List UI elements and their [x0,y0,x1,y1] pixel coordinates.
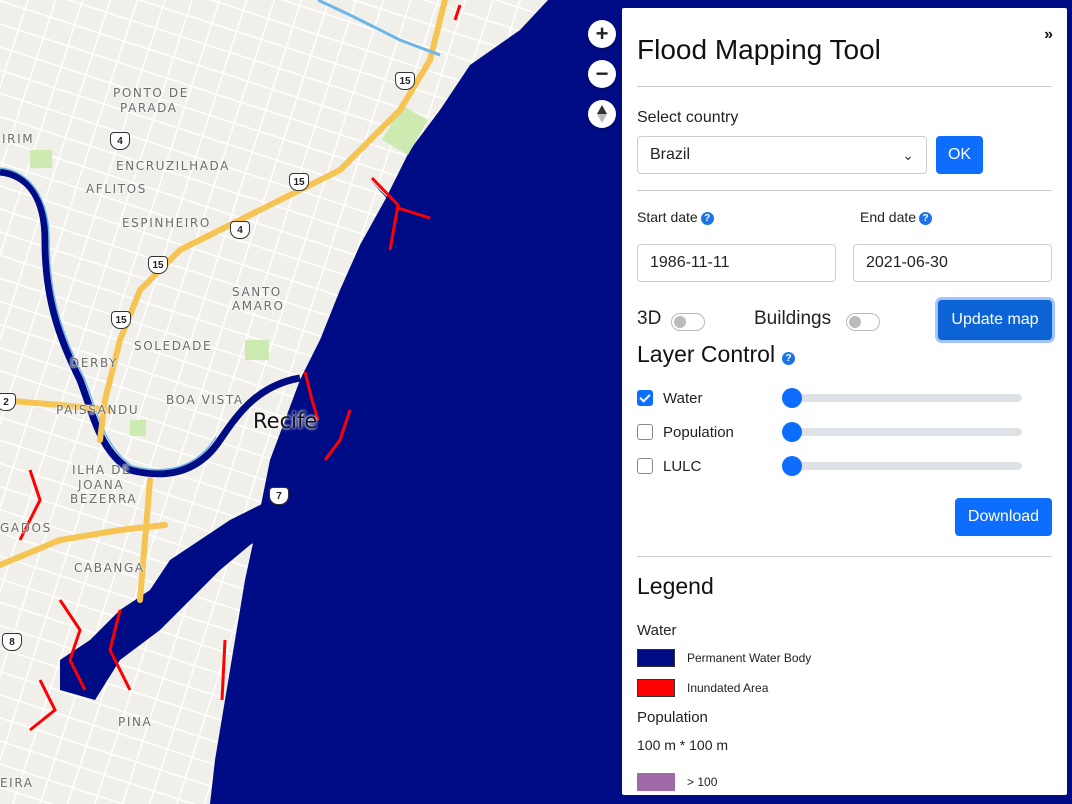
zoom-in-button[interactable]: + [588,20,616,48]
road-shield-icon: 15 [289,173,309,191]
population-checkbox[interactable] [637,424,653,440]
legend-population-heading: Population [637,709,708,726]
population-opacity-slider[interactable] [782,422,1022,442]
legend-water-heading: Water [637,622,677,639]
chevron-down-icon: ⌄ [902,147,914,163]
road-shield-icon: 7 [269,487,289,505]
neighborhood-label: DERBY [70,356,119,370]
neighborhood-label: IRIM [2,132,35,146]
buildings-toggle[interactable] [846,313,880,331]
help-icon[interactable]: ? [700,212,714,225]
neighborhood-label: AMARO [232,299,285,313]
road-shield-icon: 15 [148,256,168,274]
neighborhood-label: PONTO DE [113,86,189,100]
slider-thumb[interactable] [782,388,802,408]
divider [637,86,1052,87]
neighborhood-label: BOA VISTA [166,393,244,407]
layer-label: LULC [663,458,702,475]
country-value: Brazil [650,146,691,163]
collapse-panel-button[interactable]: » [1044,26,1053,44]
slider-thumb[interactable] [782,422,802,442]
neighborhood-label: PARADA [120,101,178,115]
lulc-opacity-slider[interactable] [782,456,1022,476]
legend-swatch-population-high [637,773,675,791]
update-map-button[interactable]: Update map [938,300,1052,340]
legend-label: Inundated Area [687,681,769,695]
start-date-input[interactable]: 1986-11-11 [637,244,836,282]
legend-label: Permanent Water Body [687,651,812,665]
neighborhood-label: AFLITOS [86,182,147,196]
neighborhood-label: SOLEDADE [134,339,213,353]
road-shield-icon: 4 [230,221,250,239]
lulc-checkbox[interactable] [637,458,653,474]
divider [637,556,1052,557]
start-date-label: Start date? [637,209,714,225]
road-shield-icon: 8 [2,633,22,651]
divider [637,190,1052,191]
neighborhood-label: BEZERRA [70,492,138,506]
road-shield-icon: 15 [395,72,415,90]
buildings-label: Buildings [754,308,832,329]
layer-control-title: Layer Control? [637,341,796,368]
zoom-out-button[interactable]: − [588,60,616,88]
neighborhood-label: CABANGA [74,561,145,575]
end-date-label: End date? [860,209,933,225]
country-select[interactable]: Brazil ⌄ [637,136,927,174]
layer-label: Water [663,390,703,407]
road-shield-icon: 15 [111,311,131,329]
help-icon[interactable]: ? [919,212,933,225]
legend-swatch-inundated [637,679,675,697]
legend-title: Legend [637,573,714,599]
legend-label: > 100 [687,775,718,789]
road-shield-icon: 4 [110,132,130,150]
country-ok-button[interactable]: OK [936,136,983,174]
compass-button[interactable] [588,100,616,128]
layer-label: Population [663,424,734,441]
slider-thumb[interactable] [782,456,802,476]
city-label: Recife [253,409,318,433]
end-date-input[interactable]: 2021-06-30 [853,244,1052,282]
three-d-toggle[interactable] [671,313,705,331]
water-checkbox[interactable] [637,390,653,406]
help-icon[interactable]: ? [782,352,796,365]
neighborhood-label: ENCRUZILHADA [116,159,230,173]
neighborhood-label: GADOS [0,521,52,535]
panel-title: Flood Mapping Tool [637,34,881,65]
neighborhood-label: JOANA [78,478,125,492]
neighborhood-label: PAISSANDU [56,403,140,417]
compass-icon [597,105,607,123]
water-opacity-slider[interactable] [782,388,1022,408]
neighborhood-label: EIRA [0,776,34,790]
country-label: Select country [637,109,739,126]
legend-population-unit: 100 m * 100 m [637,737,729,753]
legend-swatch-permanent-water [637,649,675,667]
neighborhood-label: SANTO [232,285,282,299]
download-button[interactable]: Download [955,498,1052,536]
neighborhood-label: ESPINHEIRO [122,216,211,230]
neighborhood-label: ILHA DE [72,463,132,477]
three-d-label: 3D [637,308,662,329]
control-panel: » Flood Mapping Tool Select country Braz… [622,8,1067,795]
neighborhood-label: PINA [118,715,153,729]
